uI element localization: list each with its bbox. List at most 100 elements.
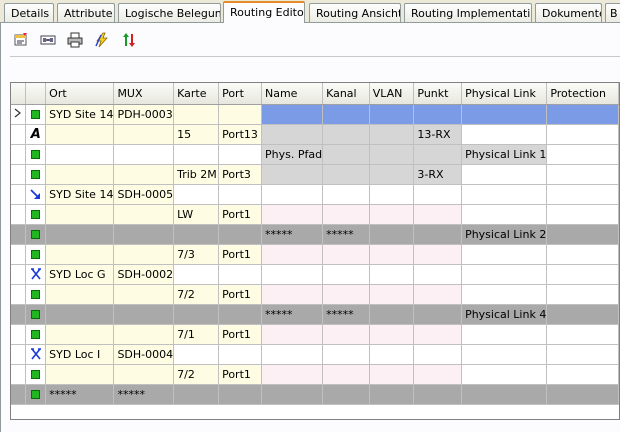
cell-kanal[interactable] bbox=[322, 244, 370, 265]
cell-prot[interactable] bbox=[546, 324, 619, 345]
cell-vlan[interactable] bbox=[369, 244, 415, 265]
cell-plink[interactable]: Physical Link 2 bbox=[461, 224, 548, 245]
cell-plink[interactable] bbox=[461, 364, 548, 385]
cell-port[interactable] bbox=[218, 184, 262, 205]
cell-vlan[interactable] bbox=[369, 104, 415, 125]
cell-ort[interactable]: ***** bbox=[45, 384, 115, 405]
header-vlan[interactable]: VLAN bbox=[369, 83, 415, 105]
header-ort[interactable]: Ort bbox=[45, 83, 115, 105]
cell-port[interactable] bbox=[218, 344, 262, 365]
cell-ort[interactable]: SYD Loc I bbox=[45, 344, 115, 365]
cell-ort[interactable] bbox=[45, 124, 115, 145]
cell-name[interactable] bbox=[261, 344, 324, 365]
header-punkt[interactable]: Punkt bbox=[413, 83, 463, 105]
cell-punkt[interactable] bbox=[413, 104, 463, 125]
cell-kanal[interactable] bbox=[322, 144, 370, 165]
cell-punkt[interactable] bbox=[413, 144, 463, 165]
table-row[interactable]: SYD Loc I SDH-0004 bbox=[11, 344, 619, 365]
cell-prot[interactable] bbox=[546, 104, 619, 125]
cell-name[interactable] bbox=[261, 164, 324, 185]
cell-prot[interactable] bbox=[546, 344, 619, 365]
cell-ort[interactable] bbox=[45, 144, 115, 165]
row-indicator[interactable] bbox=[11, 324, 27, 345]
cell-mux[interactable] bbox=[113, 244, 175, 265]
tab-dokumente[interactable]: Dokumente bbox=[535, 3, 602, 22]
table-row[interactable]: 7/2 Port1 bbox=[11, 284, 619, 305]
cell-punkt[interactable]: 13-RX bbox=[413, 124, 463, 145]
table-row[interactable]: 7/3 Port1 bbox=[11, 244, 619, 265]
cell-vlan[interactable] bbox=[369, 324, 415, 345]
cell-name[interactable] bbox=[261, 204, 324, 225]
cell-karte[interactable]: LW bbox=[173, 204, 220, 225]
cell-mux[interactable] bbox=[113, 144, 175, 165]
cell-punkt[interactable] bbox=[413, 244, 463, 265]
cell-prot[interactable] bbox=[546, 204, 619, 225]
cell-karte[interactable] bbox=[173, 304, 220, 325]
cell-plink[interactable] bbox=[461, 324, 548, 345]
cell-vlan[interactable] bbox=[369, 344, 415, 365]
cell-name[interactable] bbox=[261, 104, 324, 125]
cell-name[interactable]: Phys. Pfad bbox=[261, 144, 324, 165]
row-indicator[interactable] bbox=[11, 164, 27, 185]
cell-vlan[interactable] bbox=[369, 364, 415, 385]
properties-button[interactable] bbox=[10, 30, 31, 51]
cell-ort[interactable] bbox=[45, 224, 115, 245]
cell-plink[interactable] bbox=[461, 124, 548, 145]
header-protection[interactable]: Protection bbox=[546, 83, 619, 105]
header-physical-link[interactable]: Physical Link bbox=[461, 83, 548, 105]
table-row[interactable]: SYD Site 14 PDH-0003 bbox=[11, 104, 619, 125]
cell-ort[interactable] bbox=[45, 304, 115, 325]
cell-mux[interactable]: SDH-0002 bbox=[113, 264, 175, 285]
cell-kanal[interactable] bbox=[322, 184, 370, 205]
cell-port[interactable]: Port1 bbox=[218, 364, 262, 385]
cell-kanal[interactable] bbox=[322, 364, 370, 385]
cell-port[interactable]: Port1 bbox=[218, 244, 262, 265]
cell-plink[interactable] bbox=[461, 244, 548, 265]
cell-karte[interactable] bbox=[173, 344, 220, 365]
cell-mux[interactable]: ***** bbox=[113, 384, 175, 405]
cell-mux[interactable]: SDH-0005 bbox=[113, 184, 175, 205]
cell-port[interactable] bbox=[218, 104, 262, 125]
row-indicator[interactable] bbox=[11, 264, 27, 285]
cell-kanal[interactable] bbox=[322, 324, 370, 345]
tab-routing-ansicht[interactable]: Routing Ansicht bbox=[309, 3, 401, 22]
tab-logische-belegung[interactable]: Logische Belegung bbox=[118, 3, 221, 22]
cell-kanal[interactable]: ***** bbox=[322, 224, 370, 245]
cell-plink[interactable] bbox=[461, 164, 548, 185]
cell-name[interactable] bbox=[261, 324, 324, 345]
table-row[interactable]: ***** ***** Physical Link 4 bbox=[11, 304, 619, 325]
cell-vlan[interactable] bbox=[369, 204, 415, 225]
cell-karte[interactable]: 7/2 bbox=[173, 364, 220, 385]
cell-port[interactable] bbox=[218, 144, 262, 165]
cell-port[interactable]: Port1 bbox=[218, 284, 262, 305]
cell-plink[interactable]: Physical Link 4 bbox=[461, 304, 548, 325]
cell-kanal[interactable] bbox=[322, 164, 370, 185]
cell-punkt[interactable] bbox=[413, 224, 463, 245]
cell-port[interactable] bbox=[218, 224, 262, 245]
cell-mux[interactable] bbox=[113, 124, 175, 145]
cell-plink[interactable] bbox=[461, 184, 548, 205]
cell-vlan[interactable] bbox=[369, 304, 415, 325]
sort-button[interactable] bbox=[118, 30, 139, 51]
cell-punkt[interactable] bbox=[413, 384, 463, 405]
row-indicator[interactable] bbox=[11, 204, 27, 225]
cell-plink[interactable] bbox=[461, 344, 548, 365]
tab-routing-implementation[interactable]: Routing Implementation bbox=[404, 3, 532, 22]
header-mux[interactable]: MUX bbox=[113, 83, 175, 105]
cell-name[interactable] bbox=[261, 124, 324, 145]
cell-karte[interactable] bbox=[173, 384, 220, 405]
print-button[interactable] bbox=[64, 30, 85, 51]
cell-ort[interactable] bbox=[45, 324, 115, 345]
cell-prot[interactable] bbox=[546, 264, 619, 285]
table-row[interactable]: Phys. Pfad Physical Link 1 bbox=[11, 144, 619, 165]
cell-vlan[interactable] bbox=[369, 144, 415, 165]
cell-prot[interactable] bbox=[546, 304, 619, 325]
cell-ort[interactable] bbox=[45, 204, 115, 225]
cell-name[interactable] bbox=[261, 284, 324, 305]
table-row[interactable]: A 15 Port13 13-RX bbox=[11, 124, 619, 145]
table-row[interactable]: ***** ***** Physical Link 2 bbox=[11, 224, 619, 245]
cell-port[interactable]: Port1 bbox=[218, 324, 262, 345]
table-row[interactable]: SYD Loc G SDH-0002 bbox=[11, 264, 619, 285]
cell-karte[interactable]: Trib 2M bbox=[173, 164, 220, 185]
cell-port[interactable] bbox=[218, 304, 262, 325]
